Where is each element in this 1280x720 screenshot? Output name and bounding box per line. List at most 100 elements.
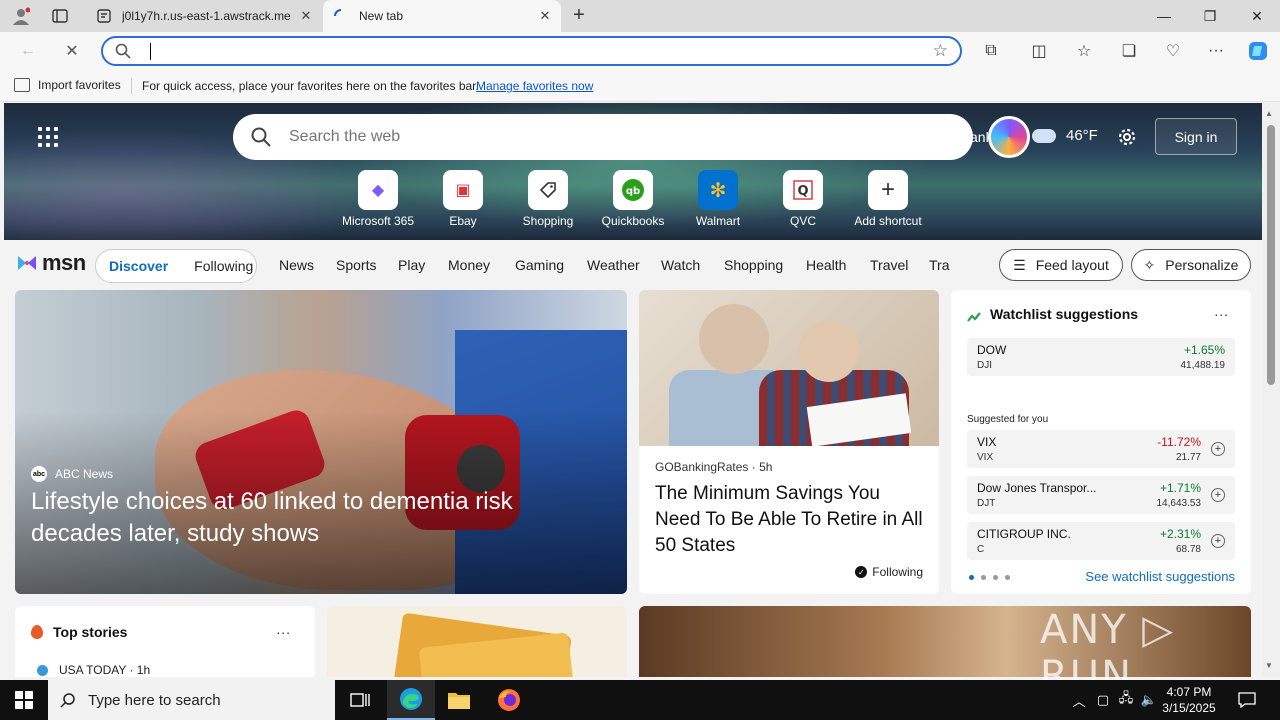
collections-icon[interactable]: ❏	[1117, 40, 1141, 62]
edge-taskbar-icon[interactable]	[387, 680, 435, 720]
add-shortcut-button[interactable]: + Add shortcut	[846, 170, 930, 228]
web-search-input[interactable]	[289, 127, 929, 147]
weather-widget[interactable]: 46°F	[1032, 127, 1098, 144]
nav-money[interactable]: Money	[448, 257, 490, 273]
story-card[interactable]	[327, 606, 627, 677]
story-headline[interactable]: Lifestyle choices at 60 linked to dement…	[31, 486, 591, 550]
story-headline[interactable]: The Minimum Savings You Need To Be Able …	[655, 481, 925, 559]
nav-traffic[interactable]: Tra	[929, 257, 949, 273]
taskbar-search-placeholder: Type here to search	[88, 691, 221, 709]
shortcut-ebay[interactable]: ▣ Ebay	[421, 170, 505, 228]
task-view-icon[interactable]	[336, 680, 384, 720]
stock-row[interactable]: Dow Jones Transpor... DJT +1.71% 14,643.…	[967, 476, 1235, 514]
following-badge[interactable]: ✓ Following	[855, 565, 923, 579]
system-clock[interactable]: 4:07 PM 3/15/2025	[1154, 684, 1224, 716]
copilot-icon[interactable]	[1246, 40, 1270, 62]
shortcut-shopping[interactable]: Shopping	[506, 170, 590, 228]
stock-row[interactable]: CITIGROUP INC. C +2.31% 68.78 +	[967, 522, 1235, 560]
page-scrollbar[interactable]: ▲ ▼	[1262, 103, 1280, 677]
nav-news[interactable]: News	[279, 257, 314, 273]
split-screen-icon[interactable]: ◫	[1027, 40, 1051, 62]
see-watchlist-link[interactable]: See watchlist suggestions	[1085, 569, 1235, 584]
show-hidden-icons-icon[interactable]: ︿	[1068, 680, 1090, 720]
story-source: abc ABC News	[31, 466, 113, 482]
stop-loading-icon[interactable]: ✕	[59, 39, 85, 63]
tab-strip: j0l1y7h.r.us-east-1.awstrack.me ✕ New ta…	[0, 0, 1280, 32]
taskbar-search-box[interactable]: Type here to search	[48, 680, 335, 720]
nav-gaming[interactable]: Gaming	[515, 257, 564, 273]
sparkle-icon: ✧	[1143, 256, 1156, 273]
address-input[interactable]	[147, 42, 907, 60]
add-to-watchlist-icon[interactable]: +	[1211, 442, 1225, 456]
navigation-bar: ← ✕ ☆ ⧉ ◫ ☆ ❏ ♡ ···	[0, 32, 1280, 70]
tab-following[interactable]: Following	[181, 258, 266, 274]
scrollbar-thumb[interactable]	[1267, 125, 1275, 385]
manage-favorites-link[interactable]: Manage favorites now	[476, 79, 593, 93]
story-card[interactable]: GOBankingRates · 5h The Minimum Savings …	[639, 290, 939, 594]
device-icon[interactable]: ▢	[1092, 680, 1114, 720]
profile-avatar-icon[interactable]	[10, 5, 32, 27]
address-bar[interactable]: ☆	[101, 36, 962, 66]
tab-discover[interactable]: Discover	[96, 258, 181, 274]
gear-icon[interactable]	[1115, 125, 1139, 149]
web-search-box[interactable]	[233, 114, 973, 160]
nav-travel[interactable]: Travel	[870, 257, 908, 273]
close-tab-icon[interactable]: ✕	[296, 8, 316, 24]
new-tab-button[interactable]: +	[568, 5, 590, 27]
stock-row[interactable]: DOW DJI +1.65% 41,488.19	[967, 338, 1235, 376]
shortcut-walmart[interactable]: ✻ Walmart	[676, 170, 760, 228]
tab-awstrack[interactable]: j0l1y7h.r.us-east-1.awstrack.me ✕	[86, 0, 322, 32]
import-favorites-button[interactable]: Import favorites	[14, 78, 121, 92]
plus-icon: +	[868, 170, 908, 210]
msn-logo[interactable]: msn	[16, 250, 86, 276]
file-explorer-icon[interactable]	[435, 680, 483, 720]
stock-change: -11.72%	[1157, 435, 1201, 449]
notifications-icon[interactable]	[1234, 680, 1260, 720]
hero-story-card[interactable]: abc ABC News Lifestyle choices at 60 lin…	[15, 290, 627, 594]
copilot-orb-icon[interactable]	[988, 116, 1030, 158]
microsoft365-icon: ◆	[358, 170, 398, 210]
favorite-star-icon[interactable]: ☆	[933, 41, 948, 61]
nav-health[interactable]: Health	[806, 257, 846, 273]
shortcut-quickbooks[interactable]: qb Quickbooks	[591, 170, 675, 228]
carousel-dots[interactable]	[969, 575, 1017, 580]
feed-tab-group: Discover Following	[95, 249, 257, 283]
nav-shopping[interactable]: Shopping	[724, 257, 783, 273]
more-options-icon[interactable]: ...	[276, 621, 291, 637]
firefox-icon[interactable]	[485, 680, 533, 720]
add-to-watchlist-icon[interactable]: +	[1211, 534, 1225, 548]
shortcut-label: Quickbooks	[601, 214, 665, 228]
tab-new-tab[interactable]: New tab ✕	[323, 0, 561, 32]
more-options-icon[interactable]: ...	[1214, 303, 1229, 319]
browser-essentials-icon[interactable]: ♡	[1161, 40, 1185, 62]
stock-row[interactable]: VIX VIX -11.72% 21.77 +	[967, 430, 1235, 468]
shortcut-qvc[interactable]: Q QVC	[761, 170, 845, 228]
nav-sports[interactable]: Sports	[336, 257, 376, 273]
restore-icon[interactable]: ❐	[1187, 0, 1233, 32]
nav-play[interactable]: Play	[398, 257, 425, 273]
close-window-icon[interactable]: ✕	[1234, 0, 1280, 32]
stock-trend-icon	[967, 309, 981, 322]
tab-actions-icon[interactable]	[49, 5, 71, 27]
network-icon[interactable]: 🖧	[1115, 680, 1137, 720]
scroll-down-icon[interactable]: ▼	[1265, 661, 1273, 670]
settings-more-icon[interactable]: ···	[1204, 40, 1228, 62]
add-to-watchlist-icon[interactable]: +	[1211, 488, 1225, 502]
scroll-up-icon[interactable]: ▲	[1265, 109, 1273, 118]
nav-watch[interactable]: Watch	[661, 257, 700, 273]
minimize-icon[interactable]: —	[1141, 0, 1187, 32]
top-stories-card: Top stories ... USA TODAY · 1h	[15, 606, 315, 677]
clock-time: 4:07 PM	[1166, 685, 1212, 699]
back-icon[interactable]: ←	[15, 39, 41, 63]
start-button[interactable]	[0, 680, 48, 720]
nav-weather[interactable]: Weather	[587, 257, 640, 273]
personalize-button[interactable]: ✧ Personalize	[1131, 249, 1251, 281]
feed-layout-button[interactable]: ☰ Feed layout	[999, 249, 1123, 281]
shortcut-microsoft-365[interactable]: ◆ Microsoft 365	[336, 170, 420, 228]
walmart-icon: ✻	[698, 170, 738, 210]
close-tab-icon[interactable]: ✕	[535, 8, 555, 24]
favorites-icon[interactable]: ☆	[1072, 40, 1096, 62]
app-launcher-icon[interactable]	[38, 127, 58, 147]
extensions-icon[interactable]: ⧉	[979, 40, 1003, 62]
sign-in-button[interactable]: Sign in	[1155, 118, 1237, 155]
